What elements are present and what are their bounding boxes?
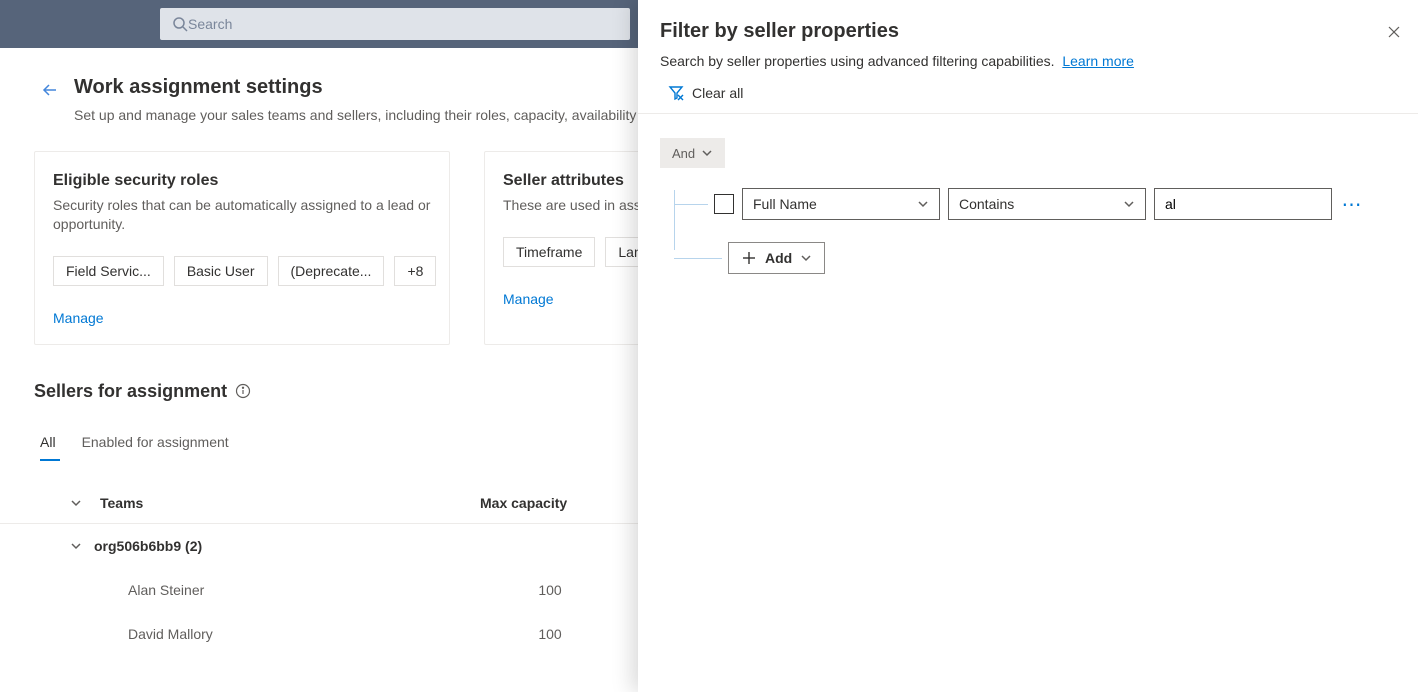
manage-roles-link[interactable]: Manage <box>53 310 431 326</box>
value-input[interactable] <box>1154 188 1332 220</box>
sellers-section-title: Sellers for assignment <box>34 381 227 402</box>
close-button[interactable] <box>1380 18 1408 46</box>
operator-value: Contains <box>959 196 1014 212</box>
chevron-down-icon <box>800 252 812 264</box>
attribute-chip[interactable]: Timeframe <box>503 237 595 267</box>
operator-dropdown[interactable]: Contains <box>948 188 1146 220</box>
rule-more-button[interactable]: ⋯ <box>1340 192 1364 217</box>
info-icon[interactable] <box>235 383 251 399</box>
seller-name: Alan Steiner <box>128 582 480 598</box>
eligible-roles-card: Eligible security roles Security roles t… <box>34 151 450 345</box>
chevron-down-icon[interactable] <box>70 497 82 509</box>
card-title: Eligible security roles <box>53 172 431 190</box>
plus-icon <box>741 250 757 266</box>
add-label: Add <box>765 250 792 266</box>
tab-all[interactable]: All <box>40 426 56 460</box>
seller-capacity: 100 <box>480 626 620 642</box>
seller-name: David Mallory <box>128 626 480 642</box>
rule-checkbox[interactable] <box>714 194 734 214</box>
ellipsis-icon: ⋯ <box>1342 192 1363 217</box>
search-icon <box>172 16 188 32</box>
role-chip[interactable]: Field Servic... <box>53 256 164 286</box>
chevron-down-icon <box>701 147 713 159</box>
back-arrow-icon[interactable] <box>42 82 58 98</box>
role-chip[interactable]: (Deprecate... <box>278 256 385 286</box>
column-max-capacity: Max capacity <box>480 495 620 511</box>
search-input[interactable] <box>188 16 618 32</box>
chevron-down-icon[interactable] <box>70 540 82 552</box>
learn-more-link[interactable]: Learn more <box>1062 53 1134 69</box>
field-value: Full Name <box>753 196 817 212</box>
clear-all-label: Clear all <box>692 85 743 101</box>
chevron-down-icon <box>917 198 929 210</box>
filter-flyout: Filter by seller properties Search by se… <box>638 0 1418 692</box>
group-operator-label: And <box>672 146 695 161</box>
card-subtitle: Security roles that can be automatically… <box>53 196 431 234</box>
tab-enabled[interactable]: Enabled for assignment <box>82 426 229 460</box>
clear-all-button[interactable]: Clear all <box>668 85 1390 101</box>
chevron-down-icon <box>1123 198 1135 210</box>
add-button[interactable]: Add <box>728 242 825 274</box>
flyout-title: Filter by seller properties <box>660 20 1390 43</box>
role-chip[interactable]: Basic User <box>174 256 268 286</box>
flyout-subtitle: Search by seller properties using advanc… <box>660 53 1055 69</box>
close-icon <box>1386 24 1402 40</box>
filter-clear-icon <box>668 85 684 101</box>
page-subtitle: Set up and manage your sales teams and s… <box>74 107 648 123</box>
field-dropdown[interactable]: Full Name <box>742 188 940 220</box>
group-name: org506b6bb9 (2) <box>94 538 202 554</box>
group-operator-dropdown[interactable]: And <box>660 138 725 168</box>
global-search[interactable] <box>160 8 630 40</box>
page-title: Work assignment settings <box>74 76 648 99</box>
column-teams: Teams <box>100 495 143 511</box>
role-chip-more[interactable]: +8 <box>394 256 436 286</box>
seller-capacity: 100 <box>480 582 620 598</box>
